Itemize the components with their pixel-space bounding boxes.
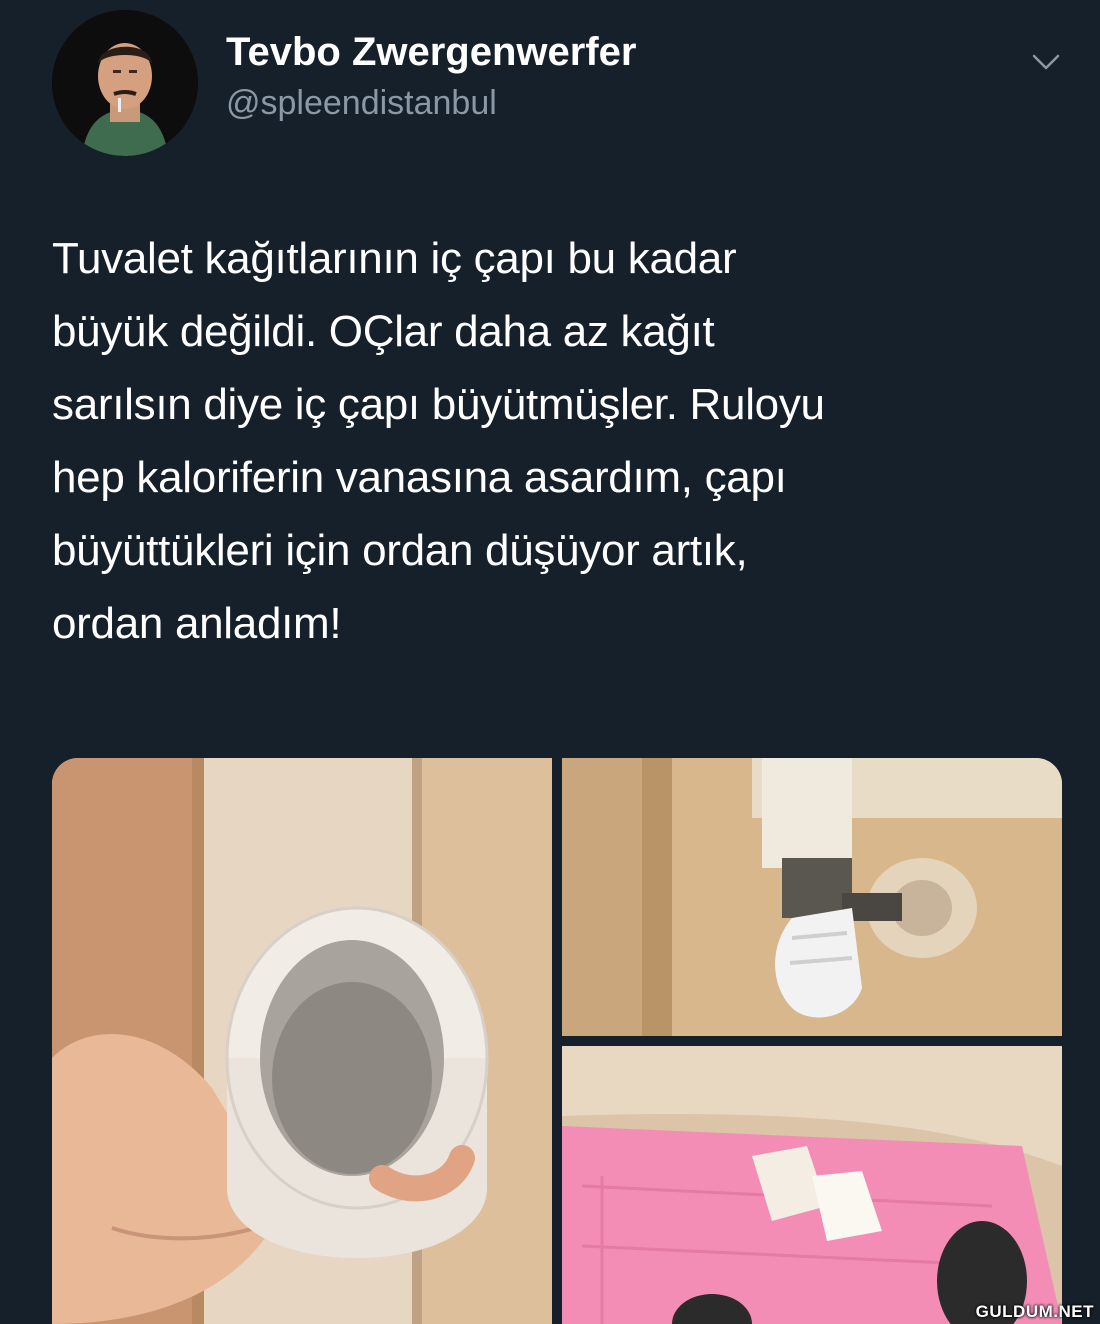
author-avatar[interactable] bbox=[52, 10, 198, 156]
chevron-down-icon[interactable] bbox=[1022, 42, 1070, 82]
tweet-text: Tuvalet kağıtlarının iç çapı bu kadar bü… bbox=[52, 222, 1062, 660]
tweet-photo-hand-holding-roll[interactable] bbox=[52, 758, 552, 1324]
tweet-text-line: hep kaloriferin vanasına asardım, çapı bbox=[52, 453, 787, 502]
tweet-text-line: büyüttükleri için ordan düşüyor artık, bbox=[52, 526, 748, 575]
author-handle[interactable]: @spleendistanbul bbox=[226, 84, 497, 123]
tweet-photo-roll-on-bath-mat[interactable] bbox=[562, 1046, 1062, 1324]
author-display-name[interactable]: Tevbo Zwergenwerfer bbox=[226, 30, 636, 75]
tweet-text-line: büyük değildi. OÇlar daha az kağıt bbox=[52, 307, 715, 356]
tweet-text-line: sarılsın diye iç çapı büyütmüşler. Ruloy… bbox=[52, 380, 825, 429]
tweet-text-line: ordan anladım! bbox=[52, 599, 342, 648]
avatar-portrait-image bbox=[52, 10, 198, 156]
tweet-photo-radiator-valve[interactable] bbox=[562, 758, 1062, 1036]
site-watermark: GULDUM.NET bbox=[975, 1302, 1094, 1321]
tweet-text-line: Tuvalet kağıtlarının iç çapı bu kadar bbox=[52, 234, 737, 283]
